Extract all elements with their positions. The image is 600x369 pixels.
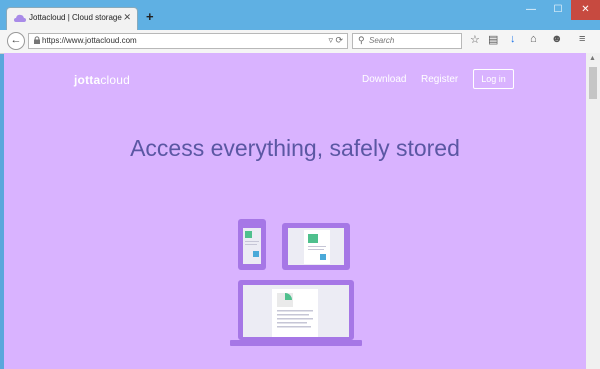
home-icon[interactable]: ⌂ <box>530 33 537 45</box>
browser-window: Jottacloud | Cloud storage ... ✕ + — ☐ ✕… <box>0 0 600 369</box>
reading-list-icon[interactable]: ▤ <box>488 33 498 46</box>
new-tab-button[interactable]: + <box>146 9 154 24</box>
search-bar[interactable]: ⚲ Search <box>352 33 462 49</box>
navigation-toolbar: ← https://www.jottacloud.com ▿ ⟳ ⚲ Searc… <box>0 30 600 54</box>
back-button[interactable]: ← <box>7 32 25 50</box>
tablet-icon <box>282 223 350 270</box>
reload-icon[interactable]: ▿ ⟳ <box>328 35 343 46</box>
scroll-thumb[interactable] <box>589 67 597 99</box>
page-content: jottacloud Download Register Log in Acce… <box>4 53 586 369</box>
phone-icon <box>238 219 266 270</box>
minimize-button[interactable]: — <box>517 0 545 20</box>
close-window-button[interactable]: ✕ <box>571 0 600 20</box>
laptop-icon <box>230 280 362 346</box>
search-placeholder: Search <box>369 36 395 45</box>
bookmark-star-icon[interactable]: ☆ <box>470 33 480 46</box>
search-icon: ⚲ <box>358 35 365 45</box>
tab-close-icon[interactable]: ✕ <box>123 12 131 23</box>
tab-title: Jottacloud | Cloud storage ... <box>29 13 125 22</box>
scroll-up-icon[interactable]: ▲ <box>589 55 596 62</box>
devices-illustration <box>230 219 362 346</box>
download-icon[interactable]: ↓ <box>510 33 516 45</box>
chat-icon[interactable]: ☻ <box>551 33 563 45</box>
menu-icon[interactable]: ≡ <box>579 33 585 45</box>
back-arrow-icon: ← <box>10 34 22 46</box>
browser-tab[interactable]: Jottacloud | Cloud storage ... ✕ <box>6 7 138 30</box>
cloud-icon <box>14 14 26 22</box>
url-bar[interactable]: https://www.jottacloud.com ▿ ⟳ <box>28 33 348 49</box>
vertical-scrollbar[interactable]: ▲ <box>586 53 600 369</box>
title-bar: Jottacloud | Cloud storage ... ✕ + — ☐ ✕ <box>0 0 600 30</box>
url-text: https://www.jottacloud.com <box>42 36 137 45</box>
maximize-button[interactable]: ☐ <box>545 0 571 20</box>
lock-icon <box>34 36 40 44</box>
